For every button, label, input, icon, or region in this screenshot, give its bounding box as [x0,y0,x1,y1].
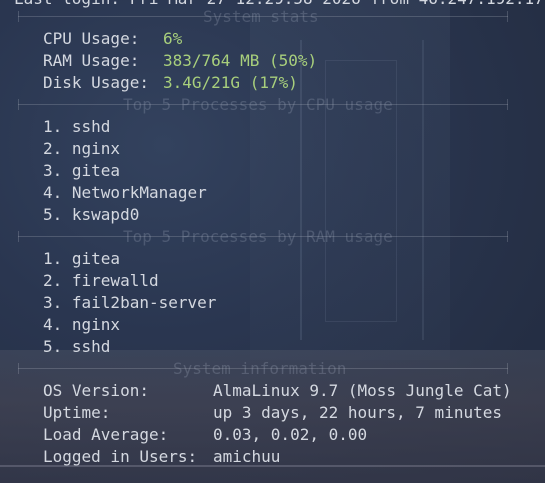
section-heading-ram-processes: Top 5 Processes by RAM usage [123,227,393,246]
cpu-process-item: 4. NetworkManager [43,183,207,202]
cpu-process-item: 5. kswapd0 [43,205,140,224]
ram-usage-label: RAM Usage: [43,51,140,70]
load-average-value: 0.03, 0.02, 0.00 [213,425,368,444]
section-divider-system-stats: System stats [18,6,508,28]
disk-usage-value: 3.4G/21G (17%) [163,73,298,92]
section-heading-system-info: System information [173,359,347,378]
cpu-process-item: 3. gitea [43,161,121,180]
ram-process-item: 5. sshd [43,337,111,356]
logged-in-users-value: amichuu [213,447,281,466]
ram-usage-value: 383/764 MB (50%) [163,51,318,70]
ram-process-item: 3. fail2ban-server [43,293,217,312]
disk-usage-label: Disk Usage: [43,73,149,92]
ram-process-item: 4. nginx [43,315,121,334]
cpu-process-item: 1. sshd [43,117,111,136]
ram-process-item: 2. firewalld [43,271,159,290]
cpu-process-item: 2. nginx [43,139,121,158]
section-divider-ram-processes: Top 5 Processes by RAM usage [18,226,508,248]
section-heading-system-stats: System stats [203,7,319,26]
section-divider-cpu-processes: Top 5 Processes by CPU usage [18,94,508,116]
os-version-value: AlmaLinux 9.7 (Moss Jungle Cat) [213,381,512,400]
logged-in-users-label: Logged in Users: [43,447,198,466]
ram-process-item: 1. gitea [43,249,121,268]
section-heading-cpu-processes: Top 5 Processes by CPU usage [123,95,393,114]
terminal-output[interactable]: Last login: Fri Mar 27 12:29:58 2026 fro… [0,0,545,483]
uptime-label: Uptime: [43,403,111,422]
load-average-label: Load Average: [43,425,169,444]
os-version-label: OS Version: [43,381,149,400]
cpu-usage-value: 6% [163,29,183,48]
uptime-value: up 3 days, 22 hours, 7 minutes [213,403,502,422]
section-divider-system-info: System information [18,358,508,380]
cpu-usage-label: CPU Usage: [43,29,140,48]
